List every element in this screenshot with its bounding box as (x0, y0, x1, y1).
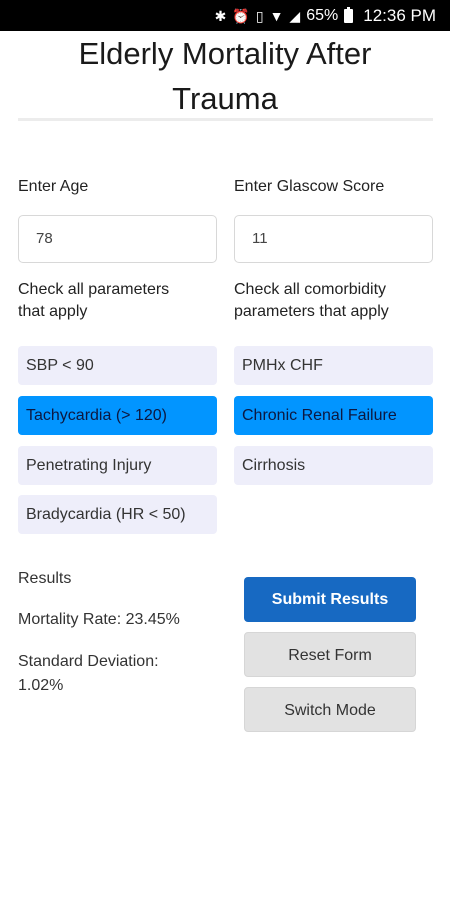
option-tachycardia[interactable]: Tachycardia (> 120) (18, 396, 217, 435)
glasgow-label: Enter Glascow Score (234, 178, 385, 195)
wifi-icon: ▼ (269, 7, 284, 24)
page-title: Elderly Mortality After Trauma (0, 31, 450, 121)
results-heading: Results (18, 570, 72, 587)
standard-deviation-value: 1.02% (18, 677, 64, 694)
alarm-icon: ⏰ (232, 7, 250, 24)
parameters-label: Check all parameters that apply (18, 279, 169, 323)
parameters-label-line-1: Check all parameters (18, 281, 170, 298)
battery-icon (344, 6, 354, 23)
comorbidity-label-line-1: Check all comorbidity (234, 281, 387, 298)
option-sbp[interactable]: SBP < 90 (18, 346, 217, 385)
vibrate-icon: ▯ (255, 7, 264, 24)
title-divider (18, 118, 433, 121)
page-title-line-1: Elderly Mortality After (78, 36, 372, 71)
bluetooth-icon: ✱ (214, 7, 227, 24)
glasgow-input[interactable]: 11 (234, 215, 433, 263)
option-bradycardia[interactable]: Bradycardia (HR < 50) (18, 495, 217, 534)
submit-results-button[interactable]: Submit Results (244, 577, 416, 622)
age-label: Enter Age (18, 178, 89, 195)
battery-percent: 65% (306, 6, 339, 24)
clock-time: 12:36 PM (363, 5, 436, 25)
standard-deviation-label: Standard Deviation: (18, 653, 159, 670)
option-penetrating-injury[interactable]: Penetrating Injury (18, 446, 217, 485)
comorbidity-label-line-2: parameters that apply (234, 303, 389, 320)
signal-icon: ◢ (289, 7, 301, 24)
option-chronic-renal-failure[interactable]: Chronic Renal Failure (234, 396, 433, 435)
option-pmhx-chf[interactable]: PMHx CHF (234, 346, 433, 385)
standard-deviation: Standard Deviation: 1.02% (18, 650, 159, 698)
switch-mode-button[interactable]: Switch Mode (244, 687, 416, 732)
parameters-label-line-2: that apply (18, 303, 88, 320)
mortality-rate: Mortality Rate: 23.45% (18, 611, 180, 628)
age-input[interactable]: 78 (18, 215, 217, 263)
page-title-line-2: Trauma (172, 81, 278, 116)
comorbidity-label: Check all comorbidity parameters that ap… (234, 279, 389, 323)
option-cirrhosis[interactable]: Cirrhosis (234, 446, 433, 485)
status-bar: ✱ ⏰ ▯ ▼ ◢ 65% 12:36 PM (0, 0, 450, 31)
reset-form-button[interactable]: Reset Form (244, 632, 416, 677)
